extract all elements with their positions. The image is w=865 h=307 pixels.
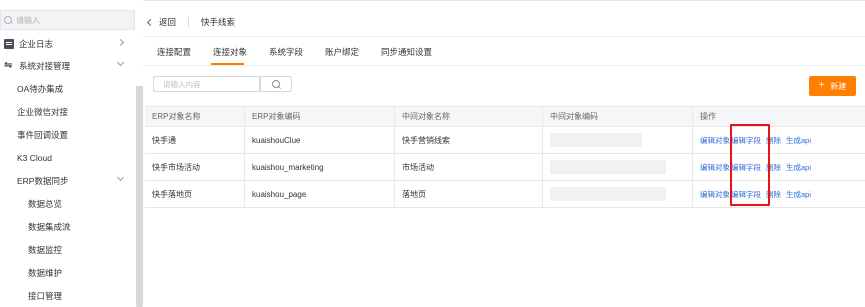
sidebar-item-data-flow[interactable]: 数据集成流 [0, 218, 135, 236]
breadcrumb: 返回 快手线索 [143, 8, 865, 36]
cell-mid-code [543, 154, 693, 180]
sidebar-item-label: 接口管理 [28, 291, 63, 301]
sidebar-search[interactable] [0, 10, 135, 30]
sidebar-item-label: 数据监控 [28, 245, 63, 255]
log-icon [4, 39, 14, 49]
sidebar-item-label: 企业日志 [19, 39, 54, 49]
sidebar: 企业日志 ⇋ 系统对接管理 OA待办集成 企业微信对接 事件回调设置 K3 Cl… [0, 0, 143, 307]
sidebar-item-oa[interactable]: OA待办集成 [0, 80, 135, 98]
cell-actions: 编辑对象 编辑字段 删除 生成api [693, 181, 865, 207]
tabs-divider [143, 65, 865, 66]
sidebar-item-label: 企业微信对接 [17, 107, 69, 117]
header-erp-object-code: ERP对象编码 [245, 107, 395, 126]
cell-erp-code: kuaishou_page [245, 181, 395, 207]
sidebar-item-k3-cloud[interactable]: K3 Cloud [0, 149, 135, 167]
redacted-value [550, 187, 666, 201]
generate-api-link[interactable]: 生成api [786, 135, 811, 146]
chevron-down-icon [116, 173, 125, 182]
edit-object-link[interactable]: 编辑对象 [700, 189, 730, 200]
cell-mid-code [543, 127, 693, 153]
sidebar-search-input[interactable] [16, 15, 126, 25]
tab-bar: 连接配置 连接对象 系统字段 账户绑定 同步通知设置 [143, 37, 865, 65]
cell-erp-code: kuaishouClue [245, 127, 395, 153]
cell-mid-code [543, 181, 693, 207]
cell-mid-name: 快手营销线索 [395, 127, 543, 153]
header-mid-object-name: 中间对象名称 [395, 107, 543, 126]
search-button[interactable] [260, 76, 292, 92]
header-actions: 操作 [700, 112, 716, 121]
sidebar-scrollbar[interactable] [136, 86, 143, 307]
sidebar-item-enterprise-log[interactable]: 企业日志 [0, 35, 135, 53]
tab-system-fields[interactable]: 系统字段 [269, 46, 303, 58]
edit-object-link[interactable]: 编辑对象 [700, 162, 730, 173]
cell-mid-name: 市场活动 [395, 154, 543, 180]
sidebar-item-data-maintenance[interactable]: 数据维护 [0, 264, 135, 282]
link-icon: ⇋ [4, 60, 13, 71]
generate-api-link[interactable]: 生成api [786, 189, 811, 200]
tab-connection-config[interactable]: 连接配置 [157, 46, 191, 58]
sidebar-item-erp-sync[interactable]: ERP数据同步 [0, 172, 135, 190]
sidebar-item-label: OA待办集成 [17, 84, 64, 94]
cell-erp-name: 快手落地页 [145, 181, 245, 207]
page-title: 快手线索 [201, 17, 236, 27]
redacted-value [550, 160, 666, 174]
new-button-label: 新建 [830, 81, 847, 91]
cell-erp-name: 快手市场活动 [145, 154, 245, 180]
cell-erp-name: 快手通 [145, 127, 245, 153]
top-divider [143, 0, 865, 1]
edit-object-link[interactable]: 编辑对象 [700, 135, 730, 146]
sidebar-item-data-monitor[interactable]: 数据监控 [0, 241, 135, 259]
header-mid-object-code: 中间对象编码 [543, 107, 693, 126]
generate-api-link[interactable]: 生成api [786, 162, 811, 173]
tab-connection-objects[interactable]: 连接对象 [213, 46, 247, 58]
chevron-right-icon [116, 38, 125, 47]
cell-erp-code: kuaishou_marketing [245, 154, 395, 180]
cell-mid-name: 落地页 [395, 181, 543, 207]
sidebar-item-label: 数据维护 [28, 268, 63, 278]
search-icon [3, 15, 14, 26]
new-button[interactable]: + 新建 [809, 76, 856, 96]
sidebar-item-wecom[interactable]: 企业微信对接 [0, 103, 135, 121]
sidebar-item-label: 数据集成流 [28, 222, 71, 232]
sidebar-item-label: K3 Cloud [17, 153, 52, 163]
tab-sync-notification[interactable]: 同步通知设置 [381, 46, 432, 58]
sidebar-item-event-callback[interactable]: 事件回调设置 [0, 126, 135, 144]
back-link[interactable]: 返回 [159, 16, 176, 28]
redacted-value [550, 133, 642, 147]
header-erp-object-name: ERP对象名称 [145, 107, 245, 126]
search-icon [272, 80, 281, 89]
sidebar-item-api-management[interactable]: 接口管理 [0, 287, 135, 305]
object-search-input[interactable] [153, 76, 260, 92]
sidebar-item-data-overview[interactable]: 数据总览 [0, 195, 135, 213]
back-arrow-icon[interactable] [146, 18, 155, 26]
plus-icon: + [818, 80, 825, 91]
sidebar-item-label: ERP数据同步 [17, 176, 69, 186]
chevron-down-icon [116, 58, 125, 67]
sidebar-item-label: 系统对接管理 [19, 61, 71, 71]
tab-account-binding[interactable]: 账户绑定 [325, 46, 359, 58]
sidebar-item-system-integration[interactable]: ⇋ 系统对接管理 [0, 57, 135, 75]
cell-actions: 编辑对象 编辑字段 删除 生成api [693, 127, 865, 153]
breadcrumb-separator [188, 17, 190, 27]
sidebar-item-label: 数据总览 [28, 199, 63, 209]
cell-actions: 编辑对象 编辑字段 删除 生成api [693, 154, 865, 180]
edit-field-highlight [730, 124, 770, 206]
sidebar-item-label: 事件回调设置 [17, 130, 69, 140]
